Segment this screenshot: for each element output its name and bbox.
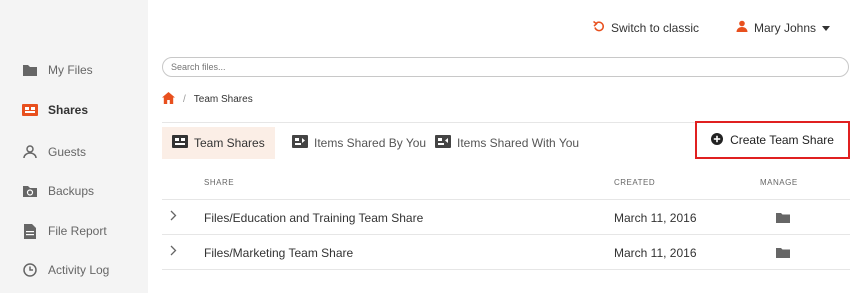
column-header-created[interactable]: CREATED <box>614 178 655 187</box>
plus-circle-icon <box>711 132 724 148</box>
tab-items-shared-with-you[interactable]: Items Shared With You <box>425 127 589 159</box>
person-icon <box>22 144 38 160</box>
undo-icon <box>593 20 605 35</box>
column-header-share[interactable]: SHARE <box>204 178 234 187</box>
sidebar-item-guests[interactable]: Guests <box>22 139 86 165</box>
tab-items-shared-by-you[interactable]: Items Shared By You <box>282 127 436 159</box>
backup-icon <box>22 183 38 199</box>
share-path[interactable]: Files/Education and Training Team Share <box>204 211 423 225</box>
report-icon <box>22 223 38 239</box>
table-header: SHARE CREATED MANAGE <box>162 166 850 200</box>
create-team-share-button[interactable]: Create Team Share <box>695 121 850 159</box>
sidebar-item-label: Guests <box>48 145 87 159</box>
created-date: March 11, 2016 <box>614 246 697 260</box>
switch-to-classic-button[interactable]: Switch to classic <box>593 20 699 35</box>
clock-icon <box>22 262 38 278</box>
sidebar-item-file-report[interactable]: File Report <box>22 218 107 244</box>
created-date: March 11, 2016 <box>614 211 697 225</box>
sidebar-item-label: Backups <box>48 184 95 198</box>
expand-chevron-icon[interactable] <box>170 210 177 224</box>
tab-label: Items Shared By You <box>314 136 427 150</box>
sidebar-item-label: File Report <box>48 224 107 238</box>
sidebar: My Files Shares Guests Backups File Repo… <box>0 0 148 293</box>
top-header: Switch to classic Mary Johns <box>148 8 850 50</box>
switch-to-classic-label: Switch to classic <box>611 20 700 35</box>
shares-table: SHARE CREATED MANAGE Files/Education and… <box>162 166 850 270</box>
column-header-manage: MANAGE <box>760 178 798 187</box>
caret-down-icon <box>822 21 831 35</box>
sidebar-item-label: My Files <box>48 63 93 77</box>
sidebar-item-shares[interactable]: Shares <box>22 97 88 123</box>
team-shares-icon <box>172 135 188 151</box>
tab-team-shares[interactable]: Team Shares <box>162 127 275 159</box>
sidebar-item-label: Shares <box>48 103 89 117</box>
create-team-share-label: Create Team Share <box>730 133 834 147</box>
user-name: Mary Johns <box>754 20 817 35</box>
sidebar-item-my-files[interactable]: My Files <box>22 57 93 83</box>
share-path[interactable]: Files/Marketing Team Share <box>204 246 353 260</box>
user-icon <box>736 20 748 35</box>
breadcrumb: / Team Shares <box>162 92 253 107</box>
table-row[interactable]: Files/Education and Training Team Share … <box>162 200 850 235</box>
breadcrumb-separator: / <box>183 94 186 105</box>
shared-with-you-icon <box>435 135 451 151</box>
home-icon[interactable] <box>162 92 175 107</box>
expand-chevron-icon[interactable] <box>170 245 177 259</box>
shared-by-you-icon <box>292 135 308 151</box>
search-input[interactable] <box>162 57 849 77</box>
manage-folder-icon[interactable] <box>776 247 790 261</box>
manage-folder-icon[interactable] <box>776 212 790 226</box>
folder-icon <box>22 62 38 78</box>
tab-label: Team Shares <box>194 136 265 150</box>
tab-label: Items Shared With You <box>457 136 580 150</box>
sidebar-item-backups[interactable]: Backups <box>22 178 94 204</box>
table-row[interactable]: Files/Marketing Team Share March 11, 201… <box>162 235 850 270</box>
sidebar-item-activity-log[interactable]: Activity Log <box>22 257 109 283</box>
user-menu[interactable]: Mary Johns <box>736 20 831 35</box>
sidebar-item-label: Activity Log <box>48 263 110 277</box>
shares-icon <box>22 102 38 118</box>
breadcrumb-current: Team Shares <box>193 94 253 105</box>
